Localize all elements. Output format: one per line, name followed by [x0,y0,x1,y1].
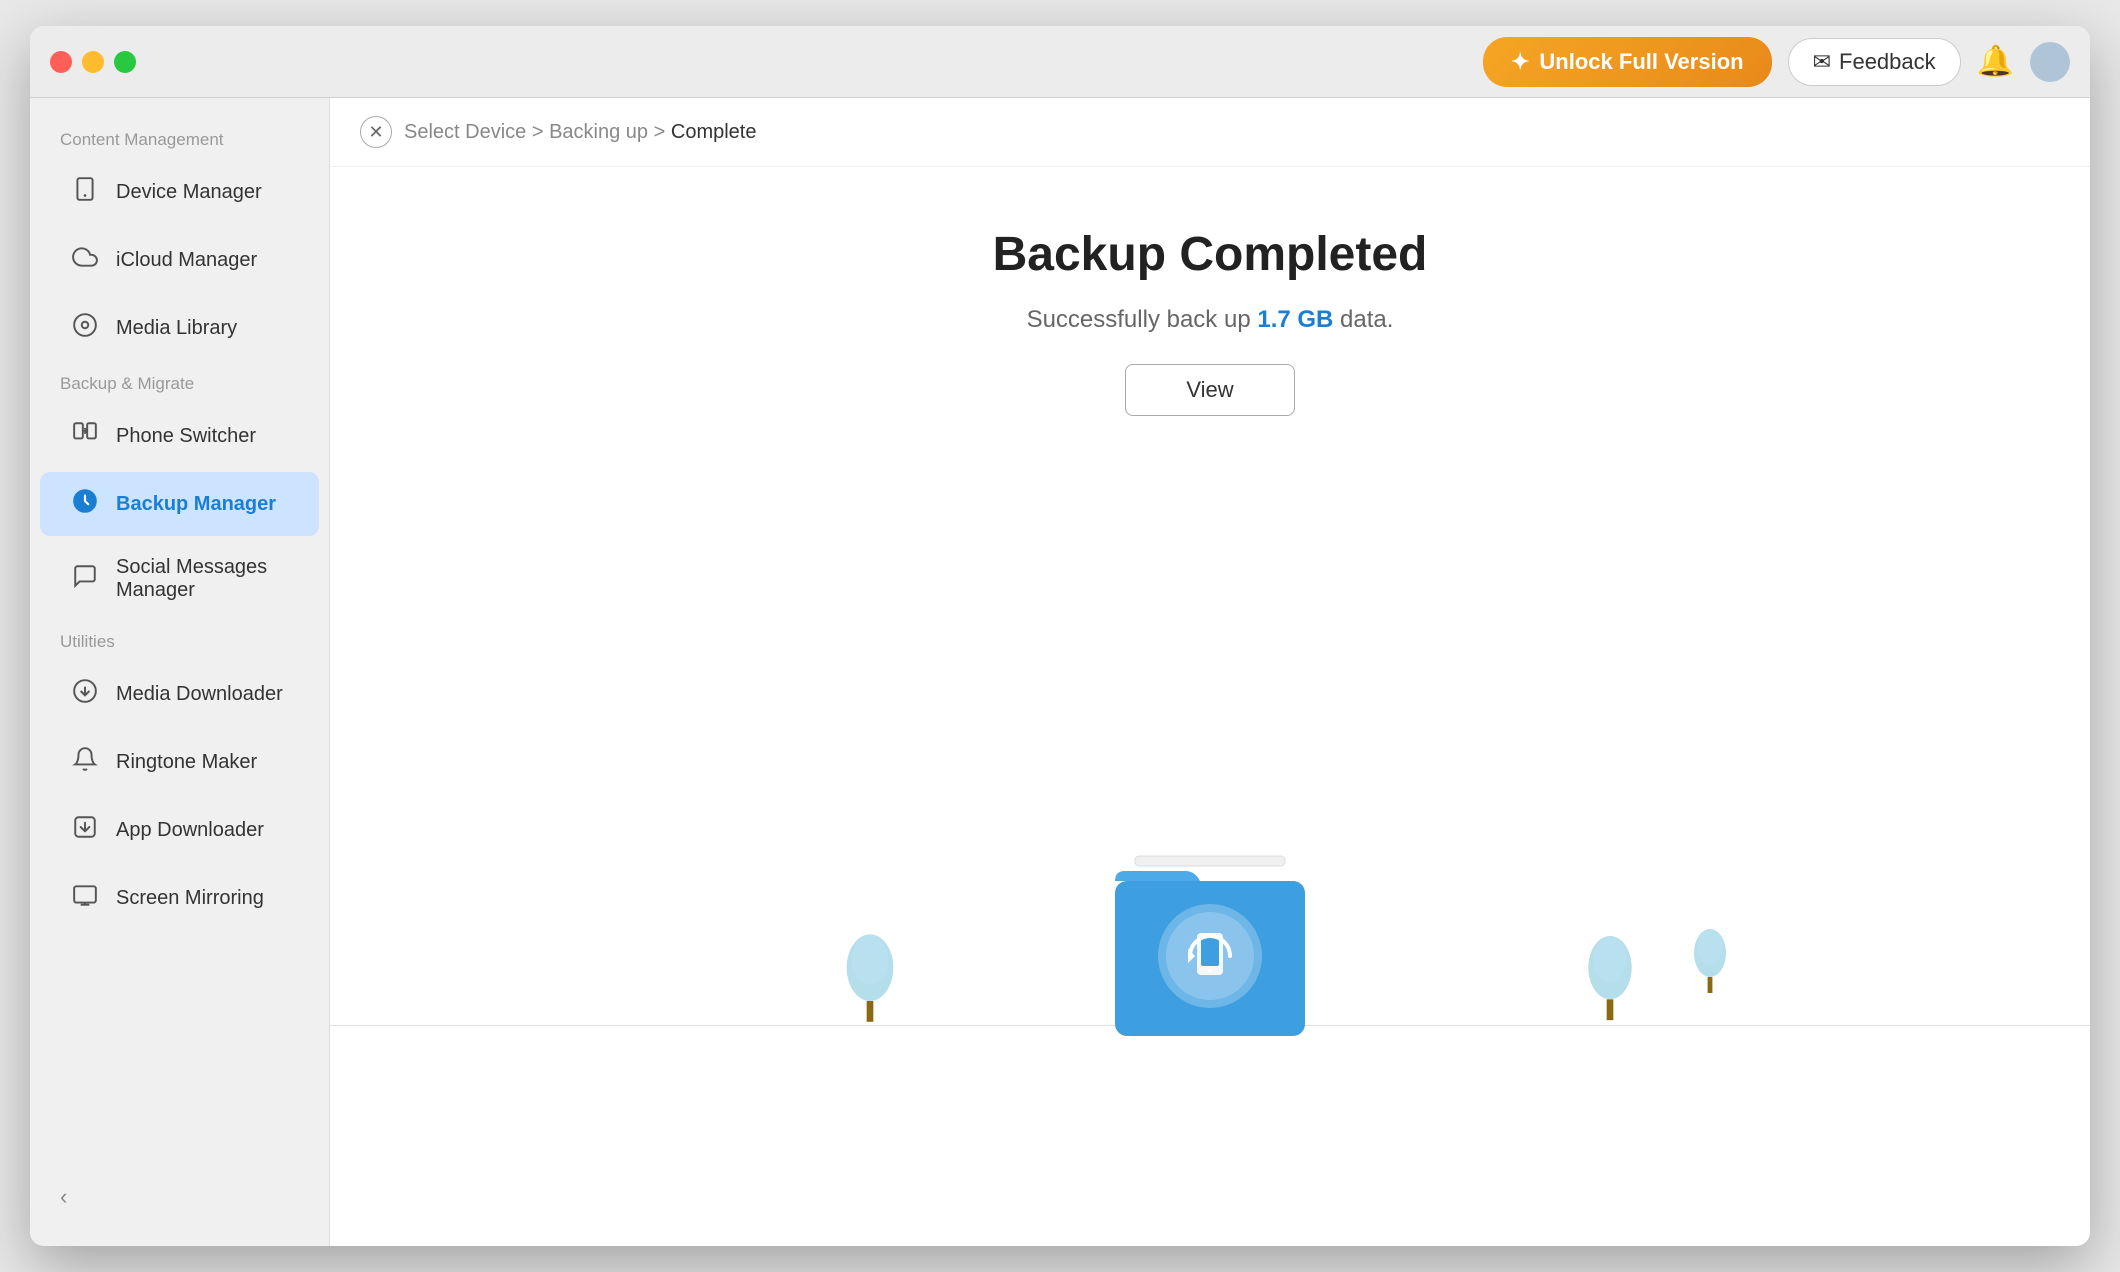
breadcrumb-sep2: > [654,121,671,143]
maximize-button[interactable] [114,51,136,73]
device-manager-icon [70,176,100,208]
screen-mirroring-icon [70,882,100,914]
breadcrumb-step1: Select Device [404,121,526,143]
unlock-icon: ✦ [1511,49,1529,75]
media-library-icon [70,312,100,344]
tree-right-small [1680,921,1740,1001]
tree-right-large [1570,926,1650,1026]
app-downloader-icon [70,814,100,846]
breadcrumb: Select Device > Backing up > Complete [404,121,756,144]
notifications-button[interactable]: 🔔 [1977,44,2014,79]
traffic-lights [50,51,136,73]
mail-icon: ✉ [1813,49,1831,75]
view-button[interactable]: View [1125,364,1294,416]
breadcrumb-step2: Backing up [549,121,648,143]
backup-manager-icon [70,488,100,520]
breadcrumb-close-button[interactable]: ✕ [360,116,392,148]
icloud-manager-label: iCloud Manager [116,249,257,272]
ringtone-maker-icon [70,746,100,778]
unlock-button[interactable]: ✦ Unlock Full Version [1483,37,1772,87]
sidebar-item-screen-mirroring[interactable]: Screen Mirroring [40,866,319,930]
backup-manager-label: Backup Manager [116,493,276,516]
backup-data-size: 1.7 GB [1257,306,1333,333]
sidebar-item-backup-manager[interactable]: Backup Manager [40,472,319,536]
title-bar-actions: ✦ Unlock Full Version ✉ Feedback 🔔 [1483,37,2070,87]
media-downloader-label: Media Downloader [116,683,283,706]
icloud-manager-icon [70,244,100,276]
section-label-content-management: Content Management [30,118,329,158]
sidebar: Content Management Device Manager iCloud… [30,98,330,1246]
minimize-button[interactable] [82,51,104,73]
sidebar-collapse-button[interactable]: ‹ [30,1168,329,1226]
backup-folder-icon [1105,851,1315,1046]
device-manager-label: Device Manager [116,181,262,204]
sidebar-item-media-downloader[interactable]: Media Downloader [40,662,319,726]
backup-completed-panel: Backup Completed Successfully back up 1.… [330,167,2090,1246]
breadcrumb-sep1: > [532,121,549,143]
user-avatar-button[interactable] [2030,42,2070,82]
illustration [330,456,2090,1246]
backup-subtitle: Successfully back up 1.7 GB data. [1027,306,1394,334]
close-button[interactable] [50,51,72,73]
breadcrumb-bar: ✕ Select Device > Backing up > Complete [330,98,2090,167]
backup-subtitle-suffix: data. [1340,306,1393,333]
collapse-icon: ‹ [60,1184,67,1210]
screen-mirroring-label: Screen Mirroring [116,887,264,910]
unlock-label: Unlock Full Version [1539,49,1743,75]
media-downloader-icon [70,678,100,710]
backup-subtitle-prefix: Successfully back up [1027,306,1258,333]
ringtone-maker-label: Ringtone Maker [116,751,257,774]
phone-switcher-label: Phone Switcher [116,425,256,448]
section-label-backup-migrate: Backup & Migrate [30,362,329,402]
breadcrumb-step3: Complete [671,121,757,143]
sidebar-item-device-manager[interactable]: Device Manager [40,160,319,224]
content-area: ✕ Select Device > Backing up > Complete … [330,98,2090,1246]
app-downloader-label: App Downloader [116,819,264,842]
sidebar-item-social-messages-manager[interactable]: Social Messages Manager [40,540,319,618]
section-label-utilities: Utilities [30,620,329,660]
sidebar-item-phone-switcher[interactable]: Phone Switcher [40,404,319,468]
tree-left-large [830,926,910,1026]
sidebar-item-media-library[interactable]: Media Library [40,296,319,360]
sidebar-item-icloud-manager[interactable]: iCloud Manager [40,228,319,292]
sidebar-item-ringtone-maker[interactable]: Ringtone Maker [40,730,319,794]
social-messages-label: Social Messages Manager [116,556,289,602]
media-library-label: Media Library [116,317,237,340]
feedback-label: Feedback [1839,49,1936,75]
phone-switcher-icon [70,420,100,452]
backup-title: Backup Completed [993,227,1428,282]
app-window: ✦ Unlock Full Version ✉ Feedback 🔔 Conte… [30,26,2090,1246]
main-content: Content Management Device Manager iCloud… [30,98,2090,1246]
sidebar-item-app-downloader[interactable]: App Downloader [40,798,319,862]
feedback-button[interactable]: ✉ Feedback [1788,38,1961,86]
title-bar: ✦ Unlock Full Version ✉ Feedback 🔔 [30,26,2090,98]
social-messages-icon [70,563,100,595]
